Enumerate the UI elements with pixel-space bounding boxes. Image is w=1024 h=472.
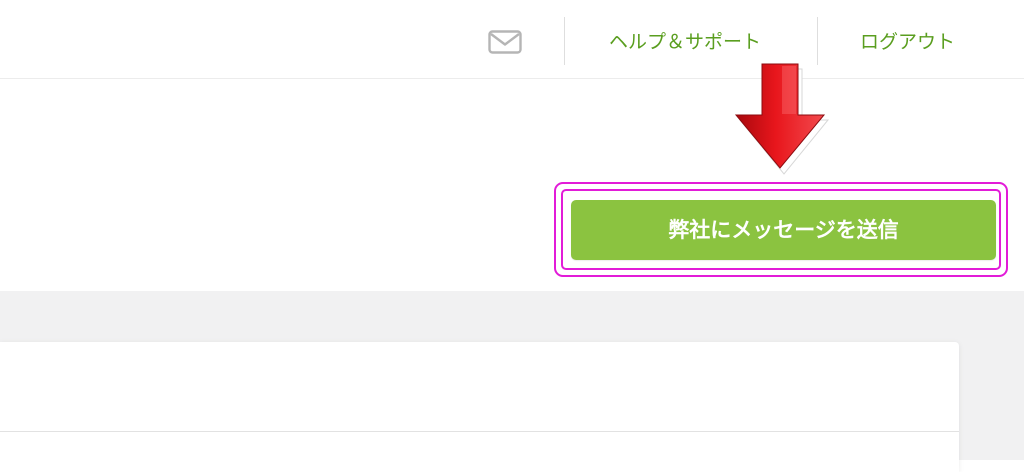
envelope-icon[interactable] [488, 30, 522, 54]
send-message-button[interactable]: 弊社にメッセージを送信 [571, 200, 996, 260]
content-card [0, 342, 959, 472]
nav-divider [817, 17, 818, 65]
card-divider [0, 431, 959, 432]
logout-link[interactable]: ログアウト [860, 29, 955, 55]
top-navigation-bar: ヘルプ＆サポート ログアウト [0, 0, 1024, 79]
help-support-link[interactable]: ヘルプ＆サポート [609, 29, 761, 55]
arrow-down-icon [734, 63, 830, 175]
nav-divider [564, 17, 565, 65]
